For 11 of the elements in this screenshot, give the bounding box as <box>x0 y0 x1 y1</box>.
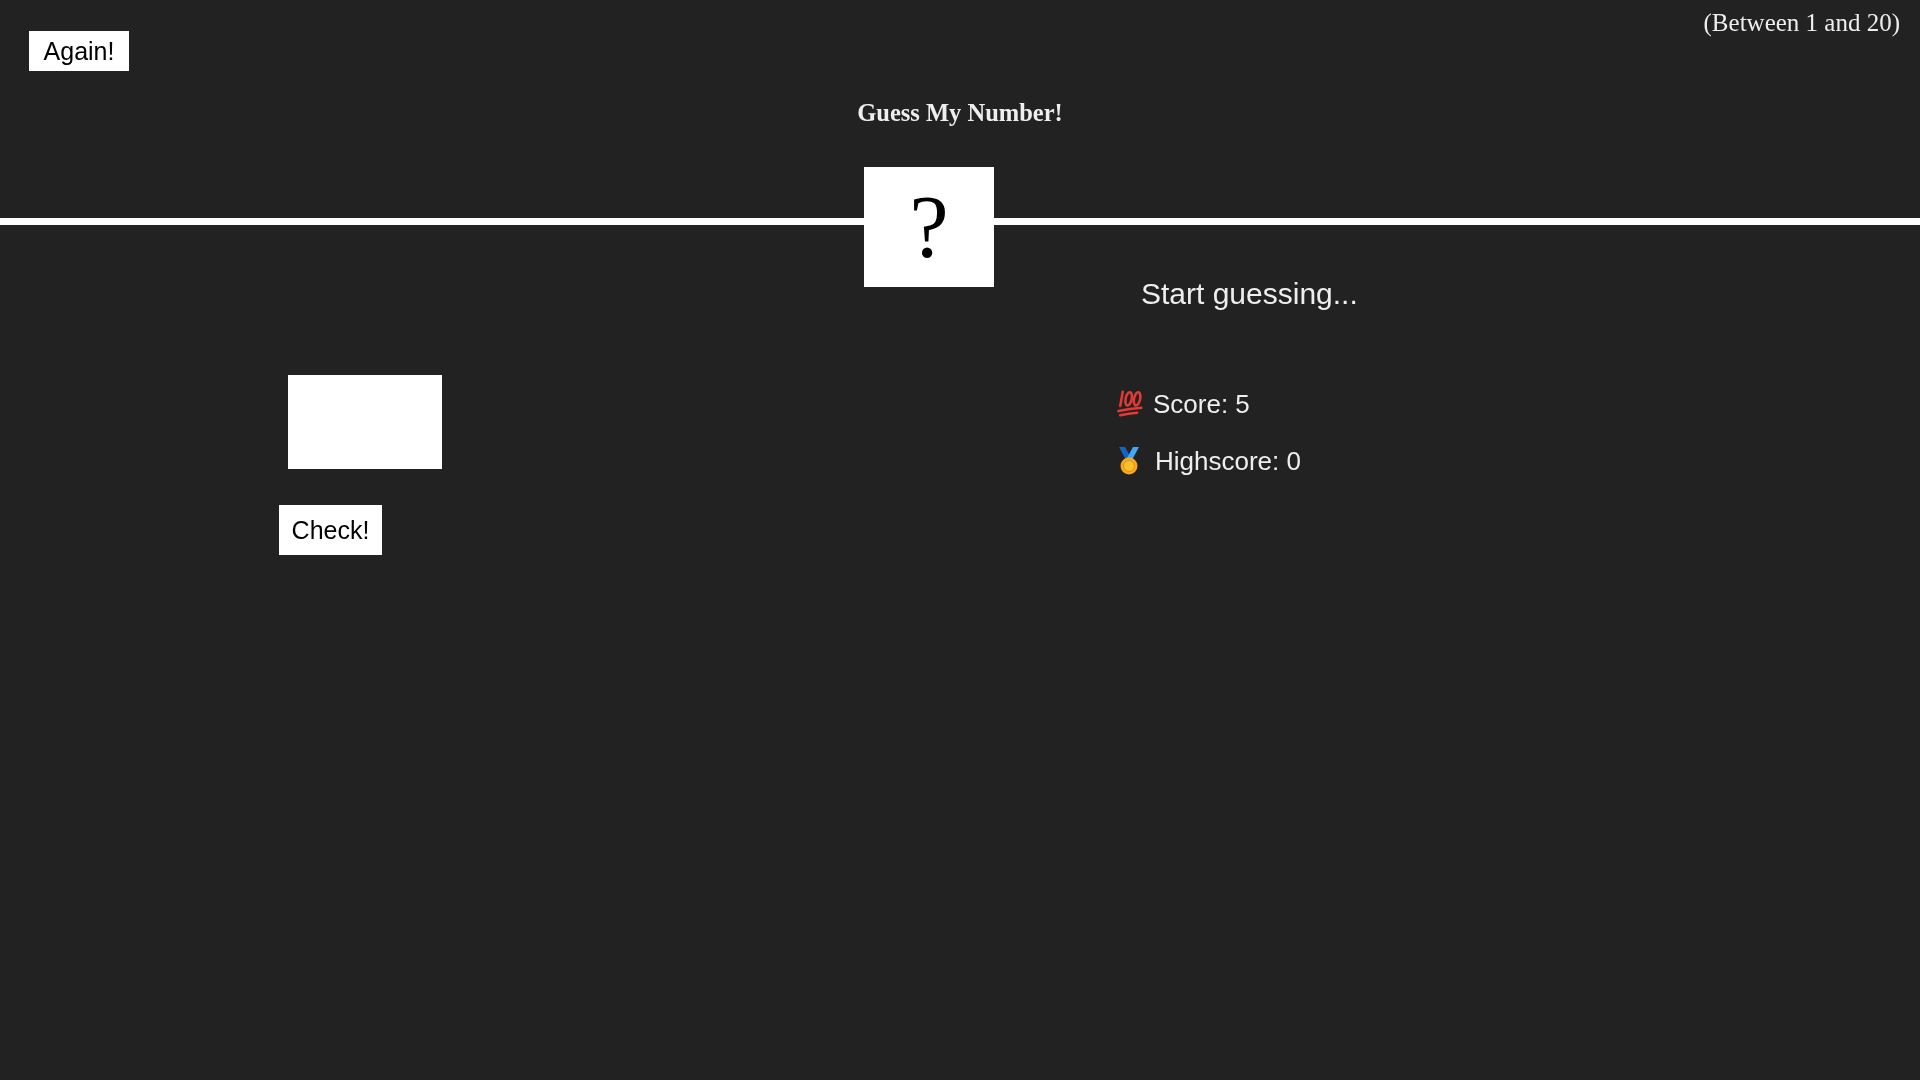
highscore-label: Highscore: 0 <box>1155 445 1301 476</box>
medal-icon <box>1118 446 1140 475</box>
check-button[interactable]: Check! <box>279 505 382 555</box>
score-label: Score: 5 <box>1153 388 1250 419</box>
guess-input-field[interactable] <box>288 375 442 469</box>
page-title: Guess My Number! <box>857 99 1063 128</box>
range-hint: (Between 1 and 20) <box>1703 9 1900 38</box>
hidden-number: ? <box>864 167 994 287</box>
hundred-points-icon <box>1116 390 1143 417</box>
status-message: Start guessing... <box>1141 277 1358 312</box>
again-button[interactable]: Again! <box>29 31 129 71</box>
